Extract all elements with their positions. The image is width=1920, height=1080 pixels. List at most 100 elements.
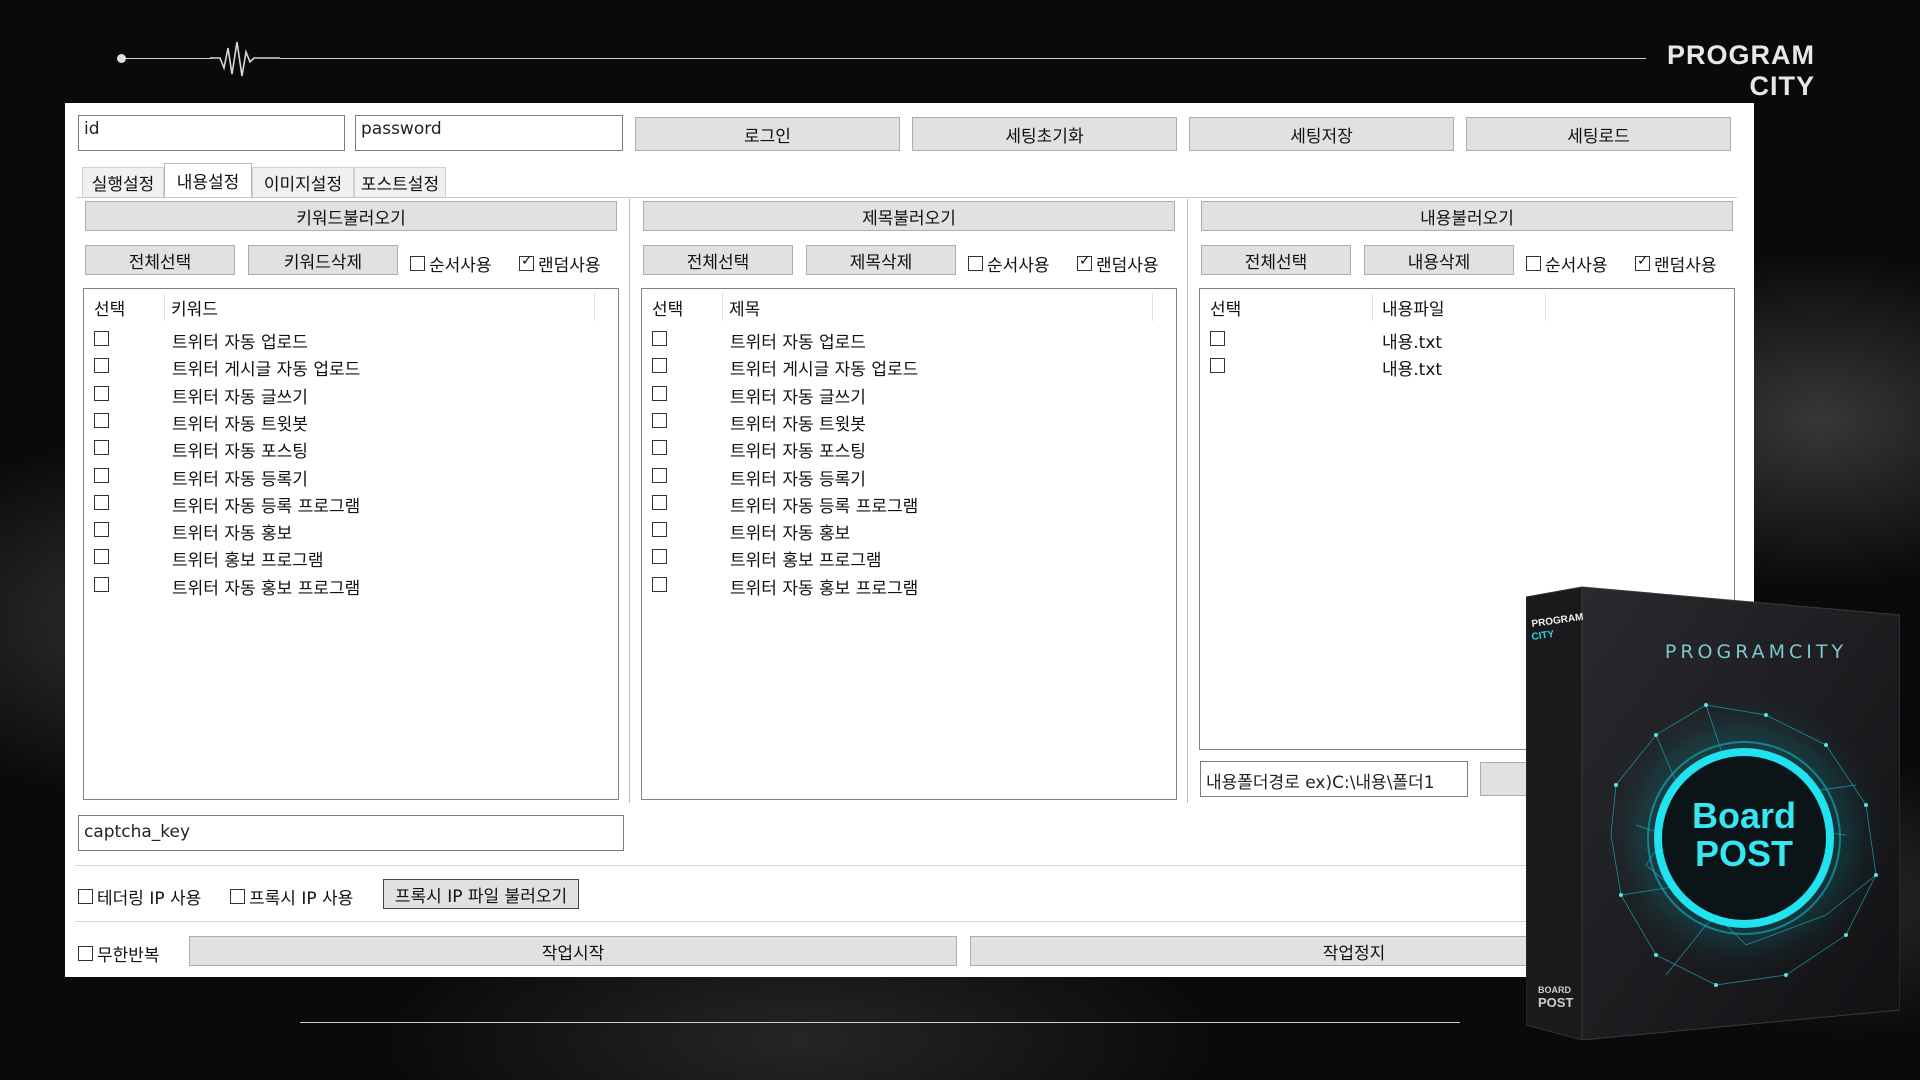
title-load-button[interactable]: 제목불러오기: [643, 201, 1175, 231]
product-spine-line1: BOARD: [1538, 985, 1571, 995]
row-checkbox[interactable]: [652, 412, 667, 428]
keyword-row[interactable]: 트위터 자동 홍보: [84, 517, 618, 544]
panel-divider: [1187, 199, 1188, 803]
title-row[interactable]: 트위터 자동 등록기: [642, 463, 1176, 490]
content-row[interactable]: 내용.txt: [1200, 353, 1734, 380]
title-row[interactable]: 트위터 게시글 자동 업로드: [642, 353, 1176, 380]
row-checkbox[interactable]: [94, 522, 109, 538]
dot-icon: [117, 54, 126, 63]
keyword-row[interactable]: 트위터 자동 트윗봇: [84, 408, 618, 435]
row-checkbox[interactable]: [652, 549, 667, 565]
settings-reset-button[interactable]: 세팅초기화: [912, 117, 1177, 151]
infinite-loop-label: 무한반복: [97, 946, 160, 966]
proxy-ip-checkbox[interactable]: 프록시 IP 사용: [230, 884, 353, 909]
row-checkbox[interactable]: [94, 576, 109, 592]
keyword-load-button[interactable]: 키워드불러오기: [85, 201, 617, 231]
row-checkbox[interactable]: [652, 358, 667, 374]
tab-content-settings[interactable]: 내용설정: [164, 163, 252, 197]
title-row[interactable]: 트위터 자동 글쓰기: [642, 381, 1176, 408]
column-separator: [1545, 293, 1546, 321]
row-checkbox[interactable]: [94, 549, 109, 565]
settings-save-button[interactable]: 세팅저장: [1189, 117, 1454, 151]
id-input[interactable]: id: [78, 115, 345, 151]
content-load-button[interactable]: 내용불러오기: [1201, 201, 1733, 231]
row-checkbox[interactable]: [94, 385, 109, 401]
row-checkbox[interactable]: [94, 494, 109, 510]
login-button[interactable]: 로그인: [635, 117, 900, 151]
start-job-button[interactable]: 작업시작: [189, 936, 957, 966]
product-spine-line2: POST: [1538, 995, 1573, 1010]
infinite-loop-checkbox[interactable]: 무한반복: [78, 941, 160, 966]
content-order-checkbox[interactable]: 순서사용: [1526, 251, 1608, 276]
keyword-random-label: 랜덤사용: [538, 256, 601, 276]
row-checkbox[interactable]: [94, 412, 109, 428]
keyword-order-label: 순서사용: [429, 256, 492, 276]
title-row[interactable]: 트위터 자동 등록 프로그램: [642, 490, 1176, 517]
row-checkbox[interactable]: [94, 331, 109, 346]
settings-load-button[interactable]: 세팅로드: [1466, 117, 1731, 151]
title-row[interactable]: 트위터 자동 업로드: [642, 326, 1176, 353]
row-label: 내용.txt: [1382, 360, 1443, 381]
row-checkbox[interactable]: [652, 440, 667, 456]
title-list[interactable]: 선택 제목 트위터 자동 업로드 트위터 게시글 자동 업로드 트위터 자동 글쓰기…: [641, 288, 1177, 800]
keyword-row[interactable]: 트위터 자동 등록기: [84, 463, 618, 490]
brand-line2: CITY: [1749, 71, 1815, 101]
product-brand-line: PROGRAMCITY: [1665, 641, 1847, 663]
row-label: 트위터 자동 글쓰기: [172, 387, 308, 408]
row-checkbox[interactable]: [94, 467, 109, 483]
row-label: 트위터 자동 포스팅: [172, 442, 308, 463]
title-select-all-button[interactable]: 전체선택: [643, 245, 793, 275]
content-random-checkbox[interactable]: 랜덤사용: [1635, 251, 1717, 276]
title-row[interactable]: 트위터 자동 홍보: [642, 517, 1176, 544]
title-row[interactable]: 트위터 자동 포스팅: [642, 435, 1176, 462]
tab-post-settings[interactable]: 포스트설정: [354, 167, 446, 197]
keyword-row[interactable]: 트위터 자동 홍보 프로그램: [84, 572, 618, 599]
row-checkbox[interactable]: [652, 385, 667, 401]
keyword-row[interactable]: 트위터 게시글 자동 업로드: [84, 353, 618, 380]
row-checkbox[interactable]: [652, 522, 667, 538]
keyword-random-checkbox[interactable]: 랜덤사용: [519, 251, 601, 276]
title-row[interactable]: 트위터 홍보 프로그램: [642, 544, 1176, 571]
row-checkbox[interactable]: [652, 467, 667, 483]
keyword-order-checkbox[interactable]: 순서사용: [410, 251, 492, 276]
row-checkbox[interactable]: [94, 358, 109, 374]
password-input[interactable]: password: [355, 115, 623, 151]
section-divider: [75, 865, 1735, 866]
content-order-label: 순서사용: [1545, 256, 1608, 276]
captcha-key-input[interactable]: captcha_key: [78, 815, 624, 851]
content-row[interactable]: 내용.txt: [1200, 326, 1734, 353]
keyword-row[interactable]: 트위터 자동 포스팅: [84, 435, 618, 462]
title-random-checkbox[interactable]: 랜덤사용: [1077, 251, 1159, 276]
title-delete-button[interactable]: 제목삭제: [806, 245, 956, 275]
content-select-all-button[interactable]: 전체선택: [1201, 245, 1351, 275]
keyword-row[interactable]: 트위터 자동 글쓰기: [84, 381, 618, 408]
tab-image-settings[interactable]: 이미지설정: [252, 167, 354, 197]
title-order-checkbox[interactable]: 순서사용: [968, 251, 1050, 276]
keyword-delete-button[interactable]: 키워드삭제: [248, 245, 398, 275]
keyword-row[interactable]: 트위터 홍보 프로그램: [84, 544, 618, 571]
row-label: 트위터 자동 홍보 프로그램: [730, 578, 919, 599]
row-checkbox[interactable]: [94, 440, 109, 456]
column-separator: [1372, 293, 1373, 321]
tab-run-settings[interactable]: 실행설정: [82, 167, 164, 197]
row-checkbox[interactable]: [652, 576, 667, 592]
keyword-row[interactable]: 트위터 자동 등록 프로그램: [84, 490, 618, 517]
row-checkbox[interactable]: [652, 494, 667, 510]
row-label: 트위터 자동 글쓰기: [730, 387, 866, 408]
row-checkbox[interactable]: [1210, 358, 1225, 374]
keyword-select-all-button[interactable]: 전체선택: [85, 245, 235, 275]
content-delete-button[interactable]: 내용삭제: [1364, 245, 1514, 275]
section-divider: [75, 921, 1735, 922]
title-row[interactable]: 트위터 자동 홍보 프로그램: [642, 572, 1176, 599]
row-checkbox[interactable]: [652, 331, 667, 346]
keyword-col-select: 선택: [94, 299, 126, 320]
keyword-row[interactable]: 트위터 자동 업로드: [84, 326, 618, 353]
header-line-left: [122, 58, 212, 59]
title-row[interactable]: 트위터 자동 트윗봇: [642, 408, 1176, 435]
content-folder-input[interactable]: 내용폴더경로 ex)C:\내용\폴더1: [1200, 761, 1468, 797]
keyword-list[interactable]: 선택 키워드 트위터 자동 업로드 트위터 게시글 자동 업로드 트위터 자동 글쓰…: [83, 288, 619, 800]
footer-line: [300, 1022, 1460, 1023]
proxy-file-load-button[interactable]: 프록시 IP 파일 불러오기: [383, 879, 579, 909]
row-checkbox[interactable]: [1210, 331, 1225, 346]
tethering-ip-checkbox[interactable]: 테더링 IP 사용: [78, 884, 201, 909]
